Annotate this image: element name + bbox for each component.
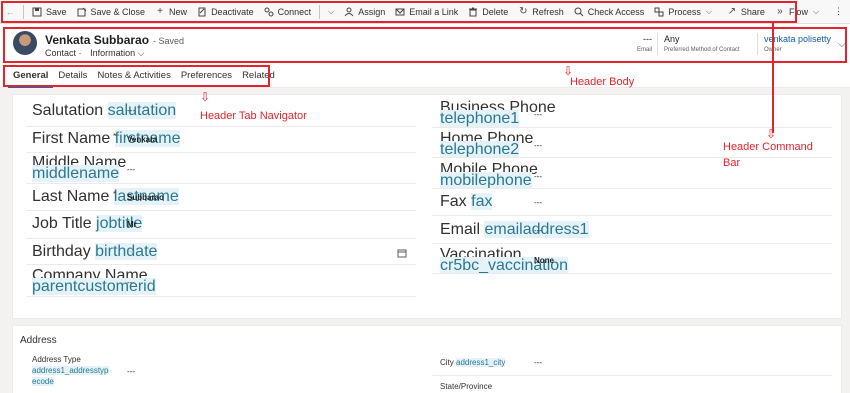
middlename-field[interactable]: ---	[127, 165, 135, 174]
address-type-tech-name-cont: ecode	[32, 377, 54, 386]
companyname-field[interactable]: ---	[127, 278, 135, 287]
divider	[26, 152, 416, 153]
header-body-highlight	[3, 27, 847, 63]
fax-tech-name: fax	[471, 193, 493, 210]
divider	[26, 126, 416, 127]
divider	[432, 188, 832, 189]
more-icon: ⋮	[834, 6, 844, 16]
divider	[432, 215, 832, 216]
salutation-tech-name: salutation	[107, 102, 177, 119]
address-section	[12, 325, 842, 393]
jobtitle-label: Job Title jobtitle	[32, 215, 143, 232]
city-label: City address1_city	[440, 358, 506, 367]
address-type-tech-name: address1_addresstyp	[32, 366, 109, 375]
firstname-label: First Name firstname	[32, 130, 181, 147]
home-phone-tech-name: telephone2	[440, 141, 520, 158]
companyname-tech-name: parentcustomerid	[32, 278, 156, 295]
tab-navigator-highlight	[3, 65, 270, 87]
required-indicator: *	[113, 132, 117, 141]
email-field[interactable]: ---	[534, 226, 542, 235]
address-type-label: Address Type address1_addresstyp ecode	[32, 355, 109, 386]
salutation-field[interactable]: ---	[127, 106, 135, 115]
mobile-phone-field[interactable]: ---	[534, 172, 542, 181]
divider	[26, 210, 416, 211]
command-bar-arrow-icon: ⇩	[766, 127, 777, 141]
business-phone-tech-name: telephone1	[440, 110, 520, 127]
email-label: Email emailaddress1	[440, 221, 589, 238]
jobtitle-field[interactable]: Mr	[127, 220, 137, 229]
firstname-field[interactable]: Venkata	[127, 135, 157, 144]
command-bar-annotation: Header Command	[723, 141, 813, 153]
header-body-annotation: Header Body	[570, 76, 635, 88]
mobile-phone-label: Mobile Phone mobilephone	[440, 161, 538, 189]
salutation-label: Salutation salutation	[32, 102, 177, 119]
divider	[26, 264, 416, 265]
command-bar-pointer-line	[772, 23, 774, 133]
divider	[432, 243, 832, 244]
birthdate-field[interactable]: ---	[127, 247, 135, 256]
address-section-title: Address	[20, 335, 57, 346]
lastname-field[interactable]: Subbarao	[127, 193, 164, 202]
divider	[26, 296, 416, 297]
middlename-tech-name: middlename	[32, 165, 120, 182]
tab-navigator-annotation: Header Tab Navigator	[200, 110, 307, 122]
home-phone-field[interactable]: ---	[534, 141, 542, 150]
business-phone-field[interactable]: ---	[534, 110, 542, 119]
more-commands-button[interactable]: ⋮	[829, 1, 848, 23]
divider	[432, 157, 832, 158]
home-phone-label: Home Phone telephone2	[440, 130, 534, 158]
middlename-label: Middle Name middlename	[32, 154, 127, 182]
divider	[26, 183, 416, 184]
birthdate-label: Birthday birthdate	[32, 243, 158, 260]
calendar-icon[interactable]	[397, 245, 407, 263]
command-bar-annotation-cont: Bar	[723, 157, 741, 169]
tab-navigator-arrow-icon: ⇩	[200, 90, 211, 104]
divider	[432, 375, 832, 376]
divider	[432, 273, 832, 274]
chevron-down-icon: ⌵	[812, 6, 820, 16]
mobile-phone-tech-name: mobilephone	[440, 172, 532, 189]
divider	[26, 238, 416, 239]
fax-label: Fax fax	[440, 193, 493, 210]
city-tech-name: address1_city	[456, 358, 506, 367]
companyname-label: Company Name parentcustomerid	[32, 267, 156, 295]
state-label: State/Province	[440, 382, 493, 391]
address-type-field[interactable]: ---	[127, 367, 135, 376]
command-bar-highlight	[1, 1, 797, 23]
city-field[interactable]: ---	[534, 358, 542, 367]
required-indicator: *	[113, 190, 117, 199]
fax-field[interactable]: ---	[534, 198, 542, 207]
vaccination-field[interactable]: None	[534, 256, 554, 265]
